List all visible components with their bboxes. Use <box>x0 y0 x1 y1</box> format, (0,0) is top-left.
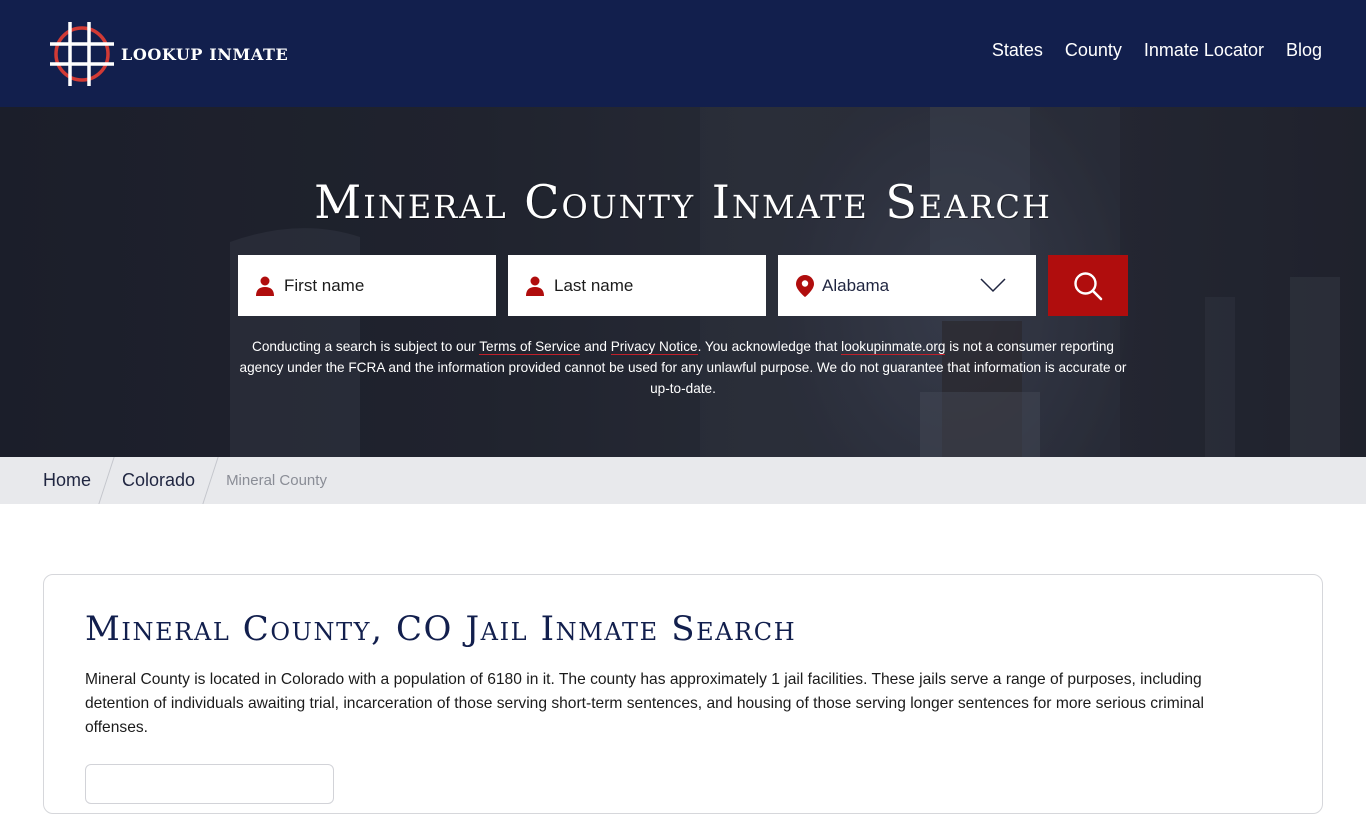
nav-states[interactable]: States <box>992 40 1043 61</box>
card-title: Mineral County, CO Jail Inmate Search <box>85 609 797 649</box>
state-select[interactable]: Alabama <box>778 255 1036 316</box>
breadcrumb-separator <box>202 457 219 504</box>
privacy-notice-link[interactable]: Privacy Notice <box>610 339 698 355</box>
disclaimer-text: . You acknowledge that <box>697 339 842 354</box>
terms-of-service-link[interactable]: Terms of Service <box>479 339 581 355</box>
first-name-field[interactable] <box>238 255 496 316</box>
logo[interactable]: LOOKUP INMATE <box>48 20 288 88</box>
nav-blog[interactable]: Blog <box>1286 40 1322 61</box>
search-disclaimer: Conducting a search is subject to our Te… <box>233 336 1133 399</box>
person-icon <box>256 276 274 296</box>
nav-county[interactable]: County <box>1065 40 1122 61</box>
county-info-card: Mineral County, CO Jail Inmate Search Mi… <box>43 574 1323 814</box>
search-button[interactable] <box>1048 255 1128 316</box>
hero-title: Mineral County Inmate Search <box>314 175 1052 229</box>
disclaimer-text: and <box>580 339 611 354</box>
search-form: Alabama <box>238 255 1128 316</box>
hero-search: Mineral County Inmate Search Alabama <box>0 107 1366 457</box>
card-inner-box[interactable] <box>85 764 334 804</box>
site-header: LOOKUP INMATE States County Inmate Locat… <box>0 0 1366 107</box>
search-icon <box>1074 271 1103 300</box>
first-name-input[interactable] <box>284 275 474 296</box>
person-icon <box>526 276 544 296</box>
disclaimer-text: Conducting a search is subject to our <box>252 339 480 354</box>
site-link[interactable]: lookupinmate.org <box>841 339 946 355</box>
state-select-value: Alabama <box>822 275 890 295</box>
breadcrumb-colorado[interactable]: Colorado <box>122 470 195 491</box>
map-pin-icon <box>796 274 814 297</box>
breadcrumb-separator <box>98 457 115 504</box>
breadcrumb-home[interactable]: Home <box>43 470 91 491</box>
breadcrumb: Home Colorado Mineral County <box>0 457 1366 504</box>
logo-grid-icon <box>50 22 114 86</box>
breadcrumb-current: Mineral County <box>226 472 327 489</box>
chevron-down-icon <box>980 278 1006 293</box>
last-name-input[interactable] <box>554 275 744 296</box>
logo-text: LOOKUP INMATE <box>121 44 289 64</box>
nav-inmate-locator[interactable]: Inmate Locator <box>1144 40 1264 61</box>
main-nav: States County Inmate Locator Blog <box>992 40 1322 61</box>
last-name-field[interactable] <box>508 255 766 316</box>
county-description: Mineral County is located in Colorado wi… <box>85 671 1205 736</box>
